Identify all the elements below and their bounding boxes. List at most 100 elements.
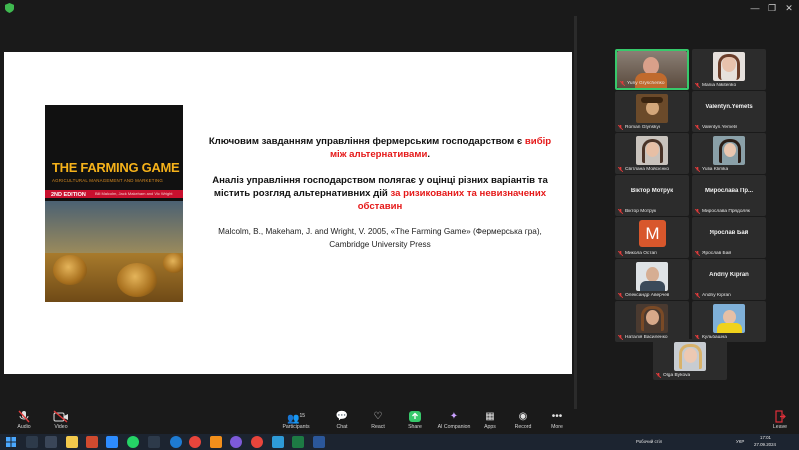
- meeting-toolbar: Audio Video 👥15 Participants 💬 Chat ♡ Re…: [0, 409, 799, 434]
- slide-text-block: Ключовим завданням управління фермерськи…: [200, 135, 560, 251]
- whatsapp-icon[interactable]: [127, 436, 139, 448]
- participants-button[interactable]: 👥15 Participants: [276, 410, 316, 431]
- book-subtitle: AGRICULTURAL MANAGEMENT AND MARKETING: [52, 178, 163, 183]
- participant-tile[interactable]: Наталія Василенко: [615, 301, 689, 342]
- participant-tile[interactable]: Світлана Мойсієнко: [615, 133, 689, 174]
- share-button[interactable]: Share: [395, 410, 435, 431]
- participant-video: [636, 136, 668, 165]
- video-button[interactable]: Video: [41, 410, 81, 431]
- close-button[interactable]: ✕: [781, 2, 797, 14]
- participant-tile[interactable]: Roman Glynskyi: [615, 91, 689, 132]
- chat-button[interactable]: 💬 Chat: [322, 410, 362, 431]
- desktop-label[interactable]: Робочий стіл: [636, 439, 662, 444]
- shared-screen-slide: THE FARMING GAME AGRICULTURAL MANAGEMENT…: [4, 52, 572, 374]
- participant-video: [636, 304, 668, 333]
- audio-label: Audio: [17, 424, 31, 430]
- participant-tile[interactable]: Yuriy Gryschenko: [615, 49, 689, 90]
- hay-bale: [117, 263, 157, 297]
- para1-suffix: .: [427, 149, 431, 160]
- zoom-icon[interactable]: [106, 436, 118, 448]
- more-button[interactable]: ••• More: [537, 410, 577, 431]
- minimize-button[interactable]: —: [747, 2, 763, 14]
- slide-paragraph-1: Ключовим завданням управління фермерськи…: [200, 135, 560, 161]
- search-icon[interactable]: [26, 436, 38, 448]
- app-icon[interactable]: [148, 436, 160, 448]
- participant-display-name: Ярослав Бай: [709, 230, 749, 236]
- book-sky: [45, 201, 183, 253]
- participant-name: Mariia Nikitenko: [702, 83, 737, 88]
- chat-label: Chat: [336, 424, 348, 430]
- leave-icon: [775, 410, 786, 423]
- shield-icon[interactable]: [5, 3, 14, 13]
- hair: [718, 54, 740, 80]
- participant-tile[interactable]: Yulia Klimka: [692, 133, 766, 174]
- more-label: More: [551, 424, 563, 430]
- participant-video: [674, 342, 706, 371]
- mic-muted-icon: [695, 125, 700, 130]
- participant-display-name: Andriy Kipran: [709, 272, 749, 278]
- participant-display-name: Valentyn.Yemets: [705, 104, 753, 110]
- mic-muted-icon: [618, 209, 623, 214]
- participant-name: Olga Bykova: [663, 373, 691, 378]
- app-icon[interactable]: [86, 436, 98, 448]
- hair: [641, 306, 664, 331]
- clock-date[interactable]: 27.09.2024: [754, 442, 776, 447]
- viber-icon[interactable]: [230, 436, 242, 448]
- share-label: Share: [408, 424, 422, 430]
- panel-divider[interactable]: [574, 16, 577, 409]
- chrome-icon[interactable]: [251, 436, 263, 448]
- chrome-icon[interactable]: [189, 436, 201, 448]
- language-indicator[interactable]: УКР: [736, 439, 744, 444]
- chat-icon: 💬: [335, 411, 349, 422]
- participant-video: [636, 94, 668, 123]
- participant-name: Ярослав Бай: [702, 251, 732, 256]
- shoulders: [640, 281, 665, 291]
- face: [723, 310, 736, 324]
- react-button[interactable]: ♡ React: [358, 410, 398, 431]
- mic-muted-icon: [18, 410, 30, 423]
- book-edition: 2ND EDITION: [51, 192, 86, 198]
- hair: [679, 344, 702, 369]
- title-bar: — ❐ ✕: [0, 0, 799, 16]
- app-icon[interactable]: [272, 436, 284, 448]
- participant-video: [713, 136, 745, 165]
- participant-tile[interactable]: Віктор Мотрук Віктор Мотрук: [615, 175, 689, 216]
- participant-tile[interactable]: Ярослав Бай Ярослав Бай: [692, 217, 766, 258]
- file-explorer-icon[interactable]: [66, 436, 78, 448]
- clock-time[interactable]: 17:01: [760, 435, 771, 440]
- participant-tile[interactable]: Valentyn.Yemets Valentyn.Yemets: [692, 91, 766, 132]
- leave-button[interactable]: Leave: [770, 410, 790, 431]
- participant-tile[interactable]: M Микола Остап: [615, 217, 689, 258]
- participant-name: Віктор Мотрук: [625, 209, 657, 214]
- participant-tile[interactable]: Andriy Kipran Andriy Kipran: [692, 259, 766, 300]
- word-icon[interactable]: [313, 436, 325, 448]
- task-view-icon[interactable]: [45, 436, 57, 448]
- participant-video: [636, 262, 668, 291]
- ai-companion-button[interactable]: ✦ AI Companion: [434, 410, 474, 431]
- book-title: THE FARMING GAME: [52, 160, 180, 175]
- mic-muted-icon: [618, 125, 623, 130]
- participants-label: Participants: [282, 424, 310, 430]
- participant-avatar: M: [639, 220, 666, 247]
- participant-name: Олександр Аверчев: [625, 293, 670, 298]
- edge-icon[interactable]: [170, 436, 182, 448]
- share-icon: [409, 411, 421, 422]
- windows-start-icon[interactable]: [6, 437, 16, 447]
- ai-companion-label: AI Companion: [437, 424, 471, 430]
- app-icon[interactable]: [210, 436, 222, 448]
- participant-tile[interactable]: Olga Bykova: [653, 339, 727, 380]
- windows-taskbar: Робочий стіл УКР 17:01 27.09.2024: [0, 434, 799, 450]
- maximize-button[interactable]: ❐: [764, 2, 780, 14]
- participant-tile[interactable]: Мирослава Пр... Мирослава Прядоляк: [692, 175, 766, 216]
- participant-tile[interactable]: Mariia Nikitenko: [692, 49, 766, 90]
- participant-tile[interactable]: Кульбашна: [692, 301, 766, 342]
- excel-icon[interactable]: [292, 436, 304, 448]
- participant-name: Світлана Мойсієнко: [625, 167, 670, 172]
- face: [646, 267, 659, 282]
- face: [646, 101, 659, 115]
- mic-muted-icon: [695, 83, 700, 88]
- leave-label: Leave: [772, 424, 788, 430]
- participant-name: Yulia Klimka: [702, 167, 729, 172]
- audio-button[interactable]: Audio: [4, 410, 44, 431]
- participant-tile[interactable]: Олександр Аверчев: [615, 259, 689, 300]
